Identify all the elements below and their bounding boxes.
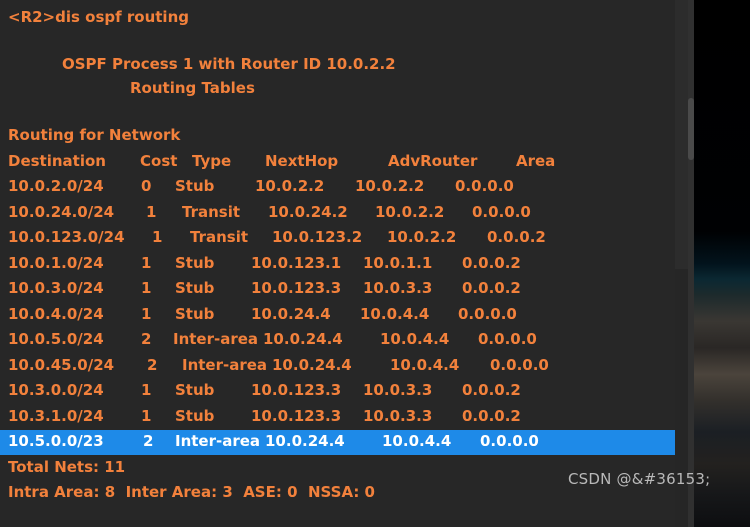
column-header-advrouter: AdvRouter [388,152,478,170]
cell-advrouter: 10.0.1.1 [363,253,433,272]
table-row[interactable]: 10.0.1.0/24 1 Stub 10.0.123.1 10.0.1.1 0.0.0.… [0,252,675,277]
cell-area: 0.0.0.0 [480,432,539,450]
cell-nexthop: 10.0.2.2 [255,177,325,195]
cell-advrouter: 10.0.2.2 [387,228,457,246]
cell-area: 0.0.0.0 [455,177,514,195]
cell-type: Inter-area [175,432,261,450]
cell-advrouter: 10.0.3.3 [363,381,433,399]
cell-area: 0.0.0.2 [462,253,521,272]
cell-cost: 2 [143,432,154,450]
cell-type: Stub [175,279,215,297]
cell-advrouter: 10.0.2.2 [355,177,425,195]
cell-cost: 1 [152,228,163,246]
cell-cost: 2 [147,355,158,374]
cell-type: Transit [190,228,249,246]
cell-area: 0.0.0.0 [472,202,531,221]
cell-destination: 10.0.5.0/24 [8,330,104,348]
cell-nexthop: 10.0.24.4 [265,432,345,450]
table-row[interactable]: 10.3.0.0/24 1 Stub 10.0.123.3 10.0.3.3 0.0.0.… [0,379,675,404]
cell-cost: 1 [141,381,152,399]
cell-cost: 2 [141,330,152,348]
cell-advrouter: 10.0.3.3 [363,406,433,425]
routing-for-network-label: Routing for Network [8,126,181,144]
cell-type: Stub [175,406,215,425]
cell-nexthop: 10.0.123.3 [251,406,342,425]
cell-destination: 10.0.2.0/24 [8,177,104,195]
cell-cost: 1 [141,304,152,323]
column-header-nexthop: NextHop [265,152,339,170]
cell-destination: 10.0.24.0/24 [8,202,115,221]
column-header-area: Area [516,152,556,170]
cell-destination: 10.0.1.0/24 [8,253,104,272]
cell-destination: 10.0.4.0/24 [8,304,104,323]
command-prompt-line: <R2>dis ospf routing [8,8,189,26]
cell-nexthop: 10.0.123.1 [251,253,342,272]
cell-nexthop: 10.0.24.4 [263,330,343,348]
table-row[interactable]: 10.0.45.0/24 2 Inter-area 10.0.24.4 10.0.4.4… [0,354,675,379]
cell-advrouter: 10.0.4.4 [382,432,452,450]
cell-destination: 10.0.123.0/24 [8,228,125,246]
cell-area: 0.0.0.2 [462,381,521,399]
cell-nexthop: 10.0.24.4 [272,355,352,374]
table-row[interactable]: 10.0.5.0/24 2 Inter-area 10.0.24.4 10.0.4.4 0… [0,328,675,353]
cell-nexthop: 10.0.123.3 [251,279,342,297]
desktop-wallpaper [694,0,750,527]
table-row[interactable]: 10.0.2.0/24 0 Stub 10.0.2.2 10.0.2.2 0.0.0.0 [0,175,675,200]
cell-cost: 1 [141,253,152,272]
cell-advrouter: 10.0.4.4 [360,304,430,323]
cell-area: 0.0.0.2 [487,228,546,246]
table-row[interactable]: 10.0.123.0/24 1 Transit 10.0.123.2 10.0.2.2 0… [0,226,675,251]
cell-destination: 10.5.0.0/23 [8,432,104,450]
area-counts-summary: Intra Area: 8 Inter Area: 3 ASE: 0 NSSA:… [8,483,375,501]
cell-type: Stub [175,253,215,272]
cell-advrouter: 10.0.4.4 [380,330,450,348]
cell-destination: 10.0.45.0/24 [8,355,115,374]
table-row[interactable]: 10.0.24.0/24 1 Transit 10.0.24.2 10.0.2.2 0.0… [0,201,675,226]
cell-advrouter: 10.0.3.3 [363,279,433,297]
routing-tables-header: Routing Tables [130,79,255,97]
cell-destination: 10.3.1.0/24 [8,406,104,425]
terminal-screen: <R2>dis ospf routing OSPF Process 1 with… [0,0,750,527]
cell-cost: 1 [146,202,157,221]
table-header-row: Destination Cost Type NextHop AdvRouter … [0,150,675,175]
cell-nexthop: 10.0.123.2 [272,228,363,246]
cell-area: 0.0.0.0 [458,304,517,323]
cell-cost: 1 [141,406,152,425]
cell-destination: 10.0.3.0/24 [8,279,104,297]
cell-area: 0.0.0.0 [490,355,549,374]
cell-nexthop: 10.0.24.2 [268,202,348,221]
cell-destination: 10.3.0.0/24 [8,381,104,399]
cell-type: Transit [182,202,241,221]
cell-advrouter: 10.0.4.4 [390,355,460,374]
cell-type: Inter-area [173,330,259,348]
total-nets-summary: Total Nets: 11 [8,458,126,476]
table-row[interactable]: 10.0.3.0/24 1 Stub 10.0.123.3 10.0.3.3 0.0.0.… [0,277,675,302]
cell-advrouter: 10.0.2.2 [375,202,445,221]
table-row-selected[interactable]: 10.5.0.0/23 2 Inter-area 10.0.24.4 10.0.4.4 0… [0,430,675,455]
cell-type: Stub [175,304,215,323]
column-header-cost: Cost [140,152,178,170]
column-header-destination: Destination [8,152,106,170]
cell-type: Stub [175,177,215,195]
cell-cost: 0 [141,177,152,195]
ospf-process-header: OSPF Process 1 with Router ID 10.0.2.2 [62,55,396,73]
csdn-watermark: CSDN @&#36153; [568,470,711,488]
cell-type: Inter-area [182,355,268,374]
terminal-output: <R2>dis ospf routing OSPF Process 1 with… [0,0,675,527]
column-header-type: Type [192,152,232,170]
cell-cost: 1 [141,279,152,297]
table-row[interactable]: 10.3.1.0/24 1 Stub 10.0.123.3 10.0.3.3 0.0.0.… [0,405,675,430]
cell-type: Stub [175,381,215,399]
cell-area: 0.0.0.2 [462,406,521,425]
cell-nexthop: 10.0.24.4 [251,304,331,323]
cell-nexthop: 10.0.123.3 [251,381,342,399]
cell-area: 0.0.0.2 [462,279,521,297]
cell-area: 0.0.0.0 [478,330,537,348]
table-row[interactable]: 10.0.4.0/24 1 Stub 10.0.24.4 10.0.4.4 0.0.0.0 [0,303,675,328]
